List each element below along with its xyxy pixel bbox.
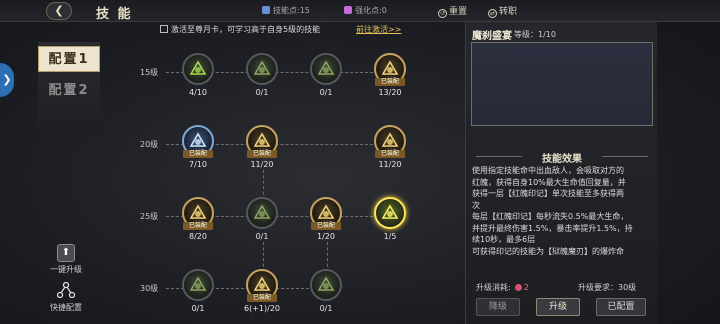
skill-node[interactable]: 0/1 [242, 53, 282, 105]
desc-line: 次 [472, 200, 480, 210]
blood-feast-icon [374, 197, 406, 229]
skill-level-value: 11/20 [250, 160, 274, 169]
skill-point-icon [262, 6, 270, 14]
skill-level-value: 1/5 [383, 232, 397, 241]
gem-icon [514, 284, 522, 291]
equipped-tag: 已装配 [183, 222, 213, 230]
skill-node[interactable]: 已装配 8/20 [178, 197, 218, 249]
page-title: 技 能 [96, 7, 133, 22]
back-arrow-icon: ❮ [54, 4, 64, 17]
config-tabs: 配置1 配置2 [38, 42, 100, 134]
skill-description: 使用指定技能命中出血敌人，会吸取对方的 红魄，获得自身10%最大生命值回复量，并… [472, 165, 650, 257]
level-label-25: 25级 [140, 212, 159, 221]
skill-points: 技能点:15 [262, 5, 310, 16]
skill-node[interactable]: 已装配 7/10 [178, 125, 218, 177]
tab-config-2[interactable]: 配置2 [38, 78, 100, 104]
configured-button[interactable]: 已配置 [596, 298, 646, 316]
level-label-20: 20级 [140, 140, 159, 149]
equipped-tag: 已装配 [375, 78, 405, 86]
enhance-points: 强化点:0 [344, 5, 387, 16]
skill-level-value: 7/10 [189, 160, 207, 169]
level-label-15: 15级 [140, 68, 159, 77]
reset-icon: ↺ [438, 9, 447, 18]
skill-level-value: 0/1 [255, 232, 269, 241]
skill-node[interactable]: 4/10 [178, 53, 218, 105]
skill-node[interactable]: 已装配 6(+1)/20 [242, 269, 282, 321]
skill-node[interactable]: 已装配 13/20 [370, 53, 410, 105]
vine-burst-icon [310, 53, 342, 85]
skill-preview[interactable] [471, 42, 653, 126]
reset-button[interactable]: ↺ 重置 [438, 4, 467, 18]
skill-node[interactable]: 0/1 [306, 53, 346, 105]
skill-node[interactable]: 0/1 [306, 269, 346, 321]
skill-name: 魔刹盛宴 [472, 31, 512, 42]
skill-level-value: 0/1 [319, 88, 333, 97]
equipped-tag: 已装配 [247, 294, 277, 302]
desc-line: 可获得印记的技能为【狱魄魔刃】的爆炸命 [472, 246, 624, 256]
equipped-tag: 已装配 [183, 150, 213, 158]
skill-level-value: 4/10 [189, 88, 207, 97]
desc-line: 使用指定技能命中出血敌人，会吸取对方的 [472, 166, 624, 175]
quick-config-button[interactable]: 快捷配置 [46, 281, 86, 313]
chevron-right-icon: ❯ [2, 73, 12, 86]
one-click-upgrade-button[interactable]: ⬆ 一键升级 [46, 244, 86, 275]
equipped-tag: 已装配 [311, 222, 341, 230]
beast-summon-icon [310, 269, 342, 301]
equipped-tag: 已装配 [247, 150, 277, 158]
transfer-button[interactable]: ⇄ 转职 [488, 4, 517, 18]
top-bar: ❮ 技 能 技能点:15 强化点:0 ↺ 重置 ⇄ 转职 [0, 0, 720, 22]
skill-level: 等级：1/10 [514, 30, 556, 39]
enhance-point-icon [344, 6, 352, 14]
skill-node[interactable]: 0/1 [242, 197, 282, 249]
effect-header: 技能效果 [466, 150, 658, 165]
monthly-card-notice: 激活至尊月卡，可学习高于自身5级的技能 [160, 24, 320, 35]
skill-node[interactable]: 已装配 11/20 [242, 125, 282, 177]
desc-line: 并提升最终伤害1.5%，暴击率提升1.5%，持 [472, 223, 633, 233]
skill-detail-panel: 魔刹盛宴 等级：1/10 技能效果 使用指定技能命中出血敌人，会吸取对方的 红魄… [465, 22, 657, 324]
downgrade-button[interactable]: 降级 [476, 298, 520, 316]
storm-icon [182, 269, 214, 301]
skill-level-value: 0/1 [191, 304, 205, 313]
skill-level-value: 1/20 [317, 232, 335, 241]
desc-line: 续10秒，最多6层 [472, 235, 536, 244]
desc-line: 红魄，获得自身10%最大生命值回复量，并 [472, 177, 626, 187]
network-nodes-icon [56, 281, 76, 300]
side-expand-button[interactable]: ❯ [0, 63, 14, 97]
upgrade-cost: 升级消耗: 2 [476, 283, 529, 292]
earth-spike-icon [246, 197, 278, 229]
skill-screen: ❮ 技 能 技能点:15 强化点:0 ↺ 重置 ⇄ 转职 ❯ 配置1 配置2 ⬆ 一… [0, 0, 720, 324]
sword-strike-icon [182, 53, 214, 85]
level-label-30: 30级 [140, 284, 159, 293]
card-icon [160, 25, 168, 33]
skill-level-value: 0/1 [319, 304, 333, 313]
back-button[interactable]: ❮ [46, 2, 72, 20]
upgrade-requirement: 升级要求：30级 [578, 283, 637, 292]
skill-node[interactable]: 0/1 [178, 269, 218, 321]
desc-line: 获得一层【红魄印记】单次技能至多获得两 [472, 189, 624, 198]
equipped-tag: 已装配 [375, 150, 405, 158]
desc-line: 每层【红魄印记】每秒流失0.5%最大生命， [472, 212, 629, 221]
upgrade-button[interactable]: 升级 [536, 298, 580, 316]
activate-link[interactable]: 前往激活>> [356, 24, 401, 35]
skill-node[interactable]: 已装配 1/20 [306, 197, 346, 249]
skill-level-value: 8/20 [189, 232, 207, 241]
upgrade-arrow-icon: ⬆ [57, 244, 75, 262]
axe-spin-icon [246, 53, 278, 85]
skill-level-value: 11/20 [378, 160, 402, 169]
tab-config-1[interactable]: 配置1 [38, 46, 100, 72]
skill-level-value: 0/1 [255, 88, 269, 97]
skill-node[interactable]: 1/5 [370, 197, 410, 249]
skill-level-value: 13/20 [378, 88, 402, 97]
skill-node[interactable]: 已装配 11/20 [370, 125, 410, 177]
transfer-icon: ⇄ [488, 9, 497, 18]
skill-level-value: 6(+1)/20 [244, 304, 280, 313]
